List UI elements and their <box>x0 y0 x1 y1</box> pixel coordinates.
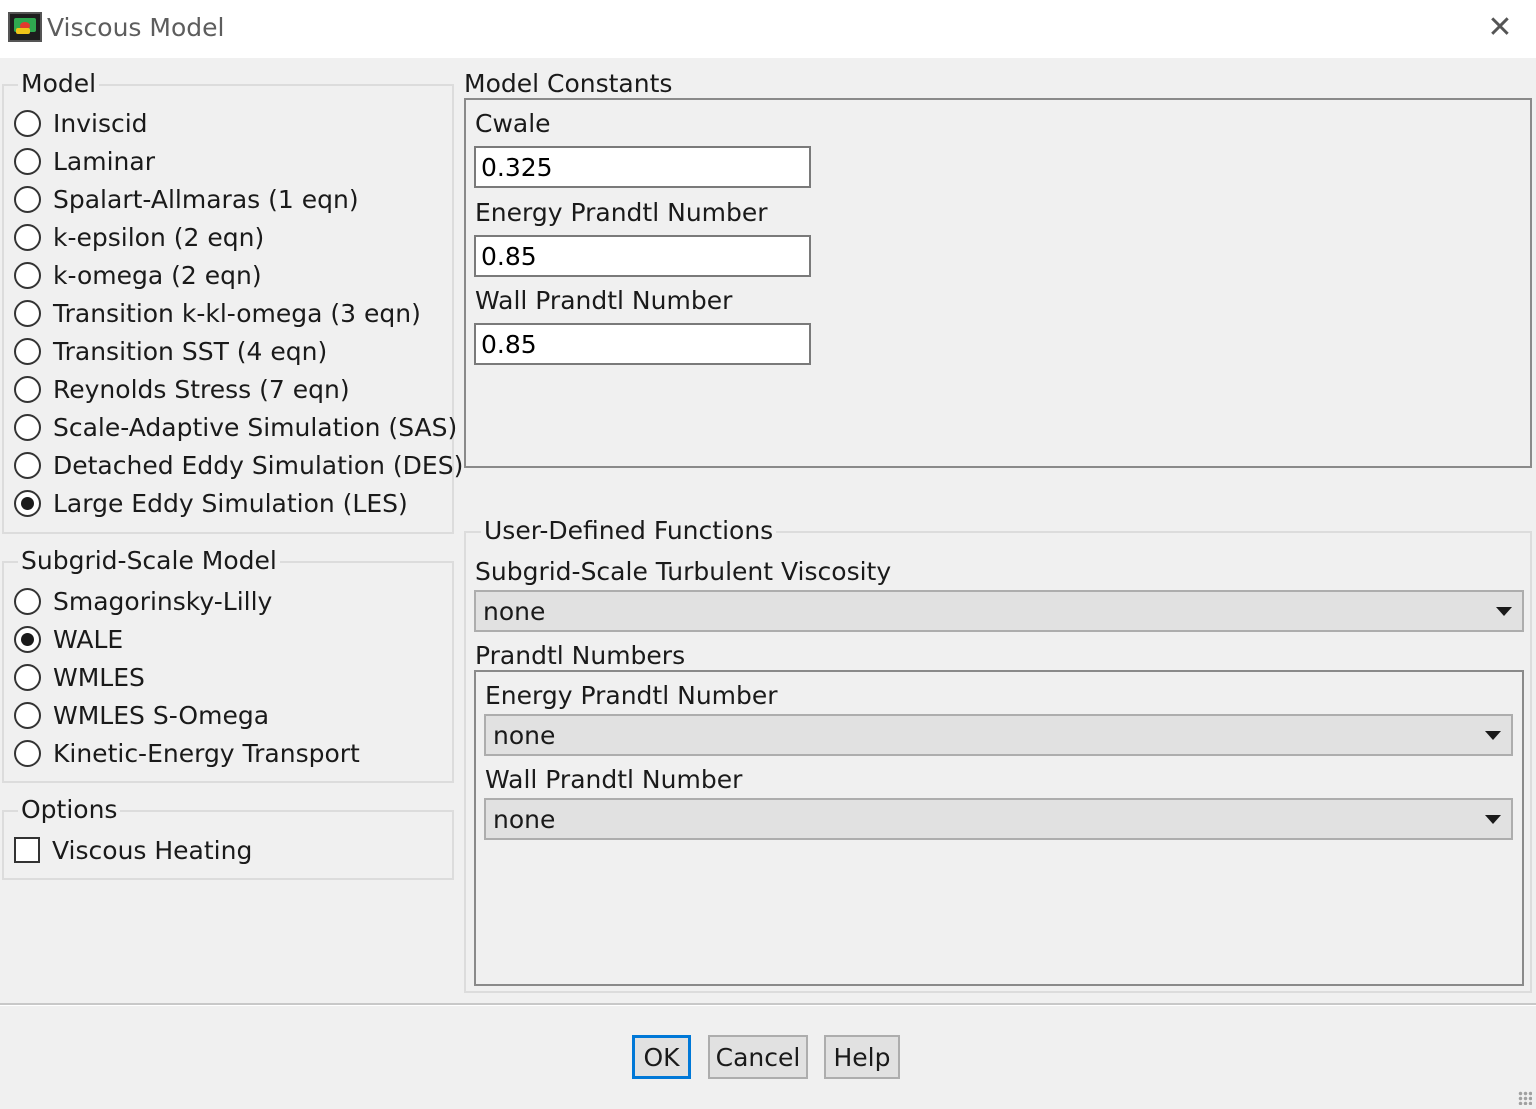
subgrid-option-label: Kinetic-Energy Transport <box>53 738 360 768</box>
sgs-viscosity-dropdown[interactable]: none <box>474 590 1524 632</box>
chevron-down-icon <box>1485 815 1501 824</box>
model-radio[interactable] <box>14 299 41 327</box>
viscous-heating-label: Viscous Heating <box>52 835 253 865</box>
udf-wall-prandtl-label: Wall Prandtl Number <box>485 765 743 794</box>
model-option[interactable]: Transition k-kl-omega (3 eqn) <box>14 296 421 330</box>
model-option[interactable]: Reynolds Stress (7 eqn) <box>14 372 350 406</box>
udf-legend: User-Defined Functions <box>481 516 777 546</box>
energy-prandtl-input[interactable] <box>474 235 811 277</box>
subgrid-radio[interactable] <box>14 587 41 615</box>
model-radio[interactable] <box>14 489 41 517</box>
model-radio[interactable] <box>14 451 41 479</box>
subgrid-option[interactable]: WMLES <box>14 660 145 694</box>
sgs-viscosity-value: none <box>483 596 546 626</box>
udf-wall-prandtl-value: none <box>493 804 556 834</box>
subgrid-option-label: Smagorinsky-Lilly <box>53 586 273 616</box>
udf-energy-prandtl-label: Energy Prandtl Number <box>485 681 778 710</box>
options-legend: Options <box>18 795 121 825</box>
model-option[interactable]: Scale-Adaptive Simulation (SAS) <box>14 410 457 444</box>
model-option-label: Transition SST (4 eqn) <box>53 336 328 366</box>
viscous-heating-checkbox[interactable] <box>14 837 40 863</box>
subgrid-legend: Subgrid-Scale Model <box>18 546 280 576</box>
viscous-heating-checkbox-row[interactable]: Viscous Heating <box>14 833 252 867</box>
model-option[interactable]: Laminar <box>14 144 155 178</box>
subgrid-radio[interactable] <box>14 701 41 729</box>
model-option-label: Laminar <box>53 146 155 176</box>
model-option-label: k-epsilon (2 eqn) <box>53 222 265 252</box>
model-radio[interactable] <box>14 109 41 137</box>
model-radio[interactable] <box>14 337 41 365</box>
model-radio[interactable] <box>14 413 41 441</box>
model-radio[interactable] <box>14 147 41 175</box>
subgrid-option-label: WALE <box>53 624 124 654</box>
prandtl-numbers-legend: Prandtl Numbers <box>475 641 686 670</box>
window-title: Viscous Model <box>47 13 225 42</box>
sgs-viscosity-label: Subgrid-Scale Turbulent Viscosity <box>475 557 892 586</box>
udf-energy-prandtl-value: none <box>493 720 556 750</box>
model-option[interactable]: Transition SST (4 eqn) <box>14 334 327 368</box>
model-option-label: k-omega (2 eqn) <box>53 260 262 290</box>
model-option[interactable]: Inviscid <box>14 106 148 140</box>
udf-wall-prandtl-dropdown[interactable]: none <box>484 798 1513 840</box>
subgrid-option[interactable]: Smagorinsky-Lilly <box>14 584 272 618</box>
model-constants-legend: Model Constants <box>464 69 673 98</box>
subgrid-option[interactable]: Kinetic-Energy Transport <box>14 736 360 770</box>
wall-prandtl-label: Wall Prandtl Number <box>475 286 733 315</box>
model-option-label: Inviscid <box>53 108 148 138</box>
model-radio[interactable] <box>14 185 41 213</box>
subgrid-option-label: WMLES S-Omega <box>53 700 270 730</box>
model-option-label: Scale-Adaptive Simulation (SAS) <box>53 412 458 442</box>
model-radio[interactable] <box>14 375 41 403</box>
ok-button[interactable]: OK <box>632 1035 691 1079</box>
cwale-input[interactable] <box>474 146 811 188</box>
model-radio[interactable] <box>14 223 41 251</box>
app-icon <box>8 12 42 42</box>
title-bar: Viscous Model ✕ <box>0 0 1536 58</box>
subgrid-option[interactable]: WALE <box>14 622 123 656</box>
subgrid-radio[interactable] <box>14 663 41 691</box>
help-button[interactable]: Help <box>824 1035 900 1079</box>
energy-prandtl-label: Energy Prandtl Number <box>475 198 768 227</box>
subgrid-option-label: WMLES <box>53 662 145 692</box>
cwale-label: Cwale <box>475 109 551 138</box>
close-icon[interactable]: ✕ <box>1480 8 1520 48</box>
model-option[interactable]: k-epsilon (2 eqn) <box>14 220 264 254</box>
model-option-label: Large Eddy Simulation (LES) <box>53 488 408 518</box>
chevron-down-icon <box>1496 607 1512 616</box>
model-option-label: Transition k-kl-omega (3 eqn) <box>53 298 421 328</box>
model-option-label: Reynolds Stress (7 eqn) <box>53 374 350 404</box>
udf-energy-prandtl-dropdown[interactable]: none <box>484 714 1513 756</box>
model-option[interactable]: k-omega (2 eqn) <box>14 258 262 292</box>
model-legend: Model <box>18 69 100 99</box>
cancel-button[interactable]: Cancel <box>708 1035 808 1079</box>
model-option[interactable]: Spalart-Allmaras (1 eqn) <box>14 182 359 216</box>
subgrid-option[interactable]: WMLES S-Omega <box>14 698 269 732</box>
model-option-label: Spalart-Allmaras (1 eqn) <box>53 184 359 214</box>
resize-grip-icon[interactable] <box>1518 1091 1532 1105</box>
subgrid-radio[interactable] <box>14 625 41 653</box>
model-option-label: Detached Eddy Simulation (DES) <box>53 450 464 480</box>
footer-separator <box>0 1003 1536 1006</box>
model-option[interactable]: Detached Eddy Simulation (DES) <box>14 448 463 482</box>
subgrid-radio[interactable] <box>14 739 41 767</box>
chevron-down-icon <box>1485 731 1501 740</box>
wall-prandtl-input[interactable] <box>474 323 811 365</box>
model-option[interactable]: Large Eddy Simulation (LES) <box>14 486 408 520</box>
model-radio[interactable] <box>14 261 41 289</box>
